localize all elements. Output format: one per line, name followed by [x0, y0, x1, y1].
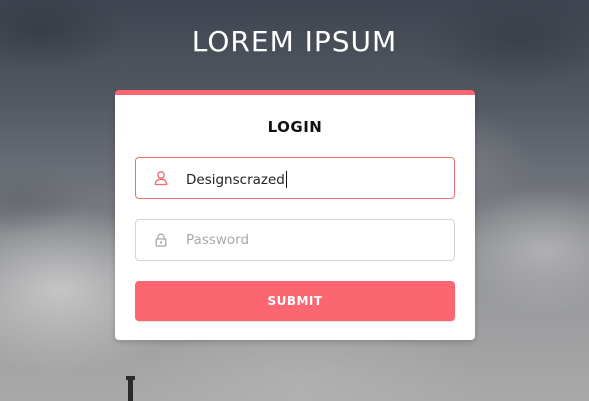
password-input[interactable] [186, 220, 436, 260]
username-field[interactable]: Designscrazed [135, 157, 455, 199]
login-card: LOGIN Designscrazed SUBMIT [115, 90, 475, 340]
user-icon [136, 158, 186, 198]
site-logo: LOREM IPSUM [191, 25, 398, 58]
username-input[interactable]: Designscrazed [186, 169, 287, 188]
username-value: Designscrazed [186, 171, 285, 188]
background-pole [126, 376, 135, 401]
login-title: LOGIN [267, 118, 323, 136]
password-field[interactable] [135, 219, 455, 261]
submit-button[interactable]: SUBMIT [135, 281, 455, 321]
text-caret [285, 170, 287, 188]
lock-icon [136, 220, 186, 260]
